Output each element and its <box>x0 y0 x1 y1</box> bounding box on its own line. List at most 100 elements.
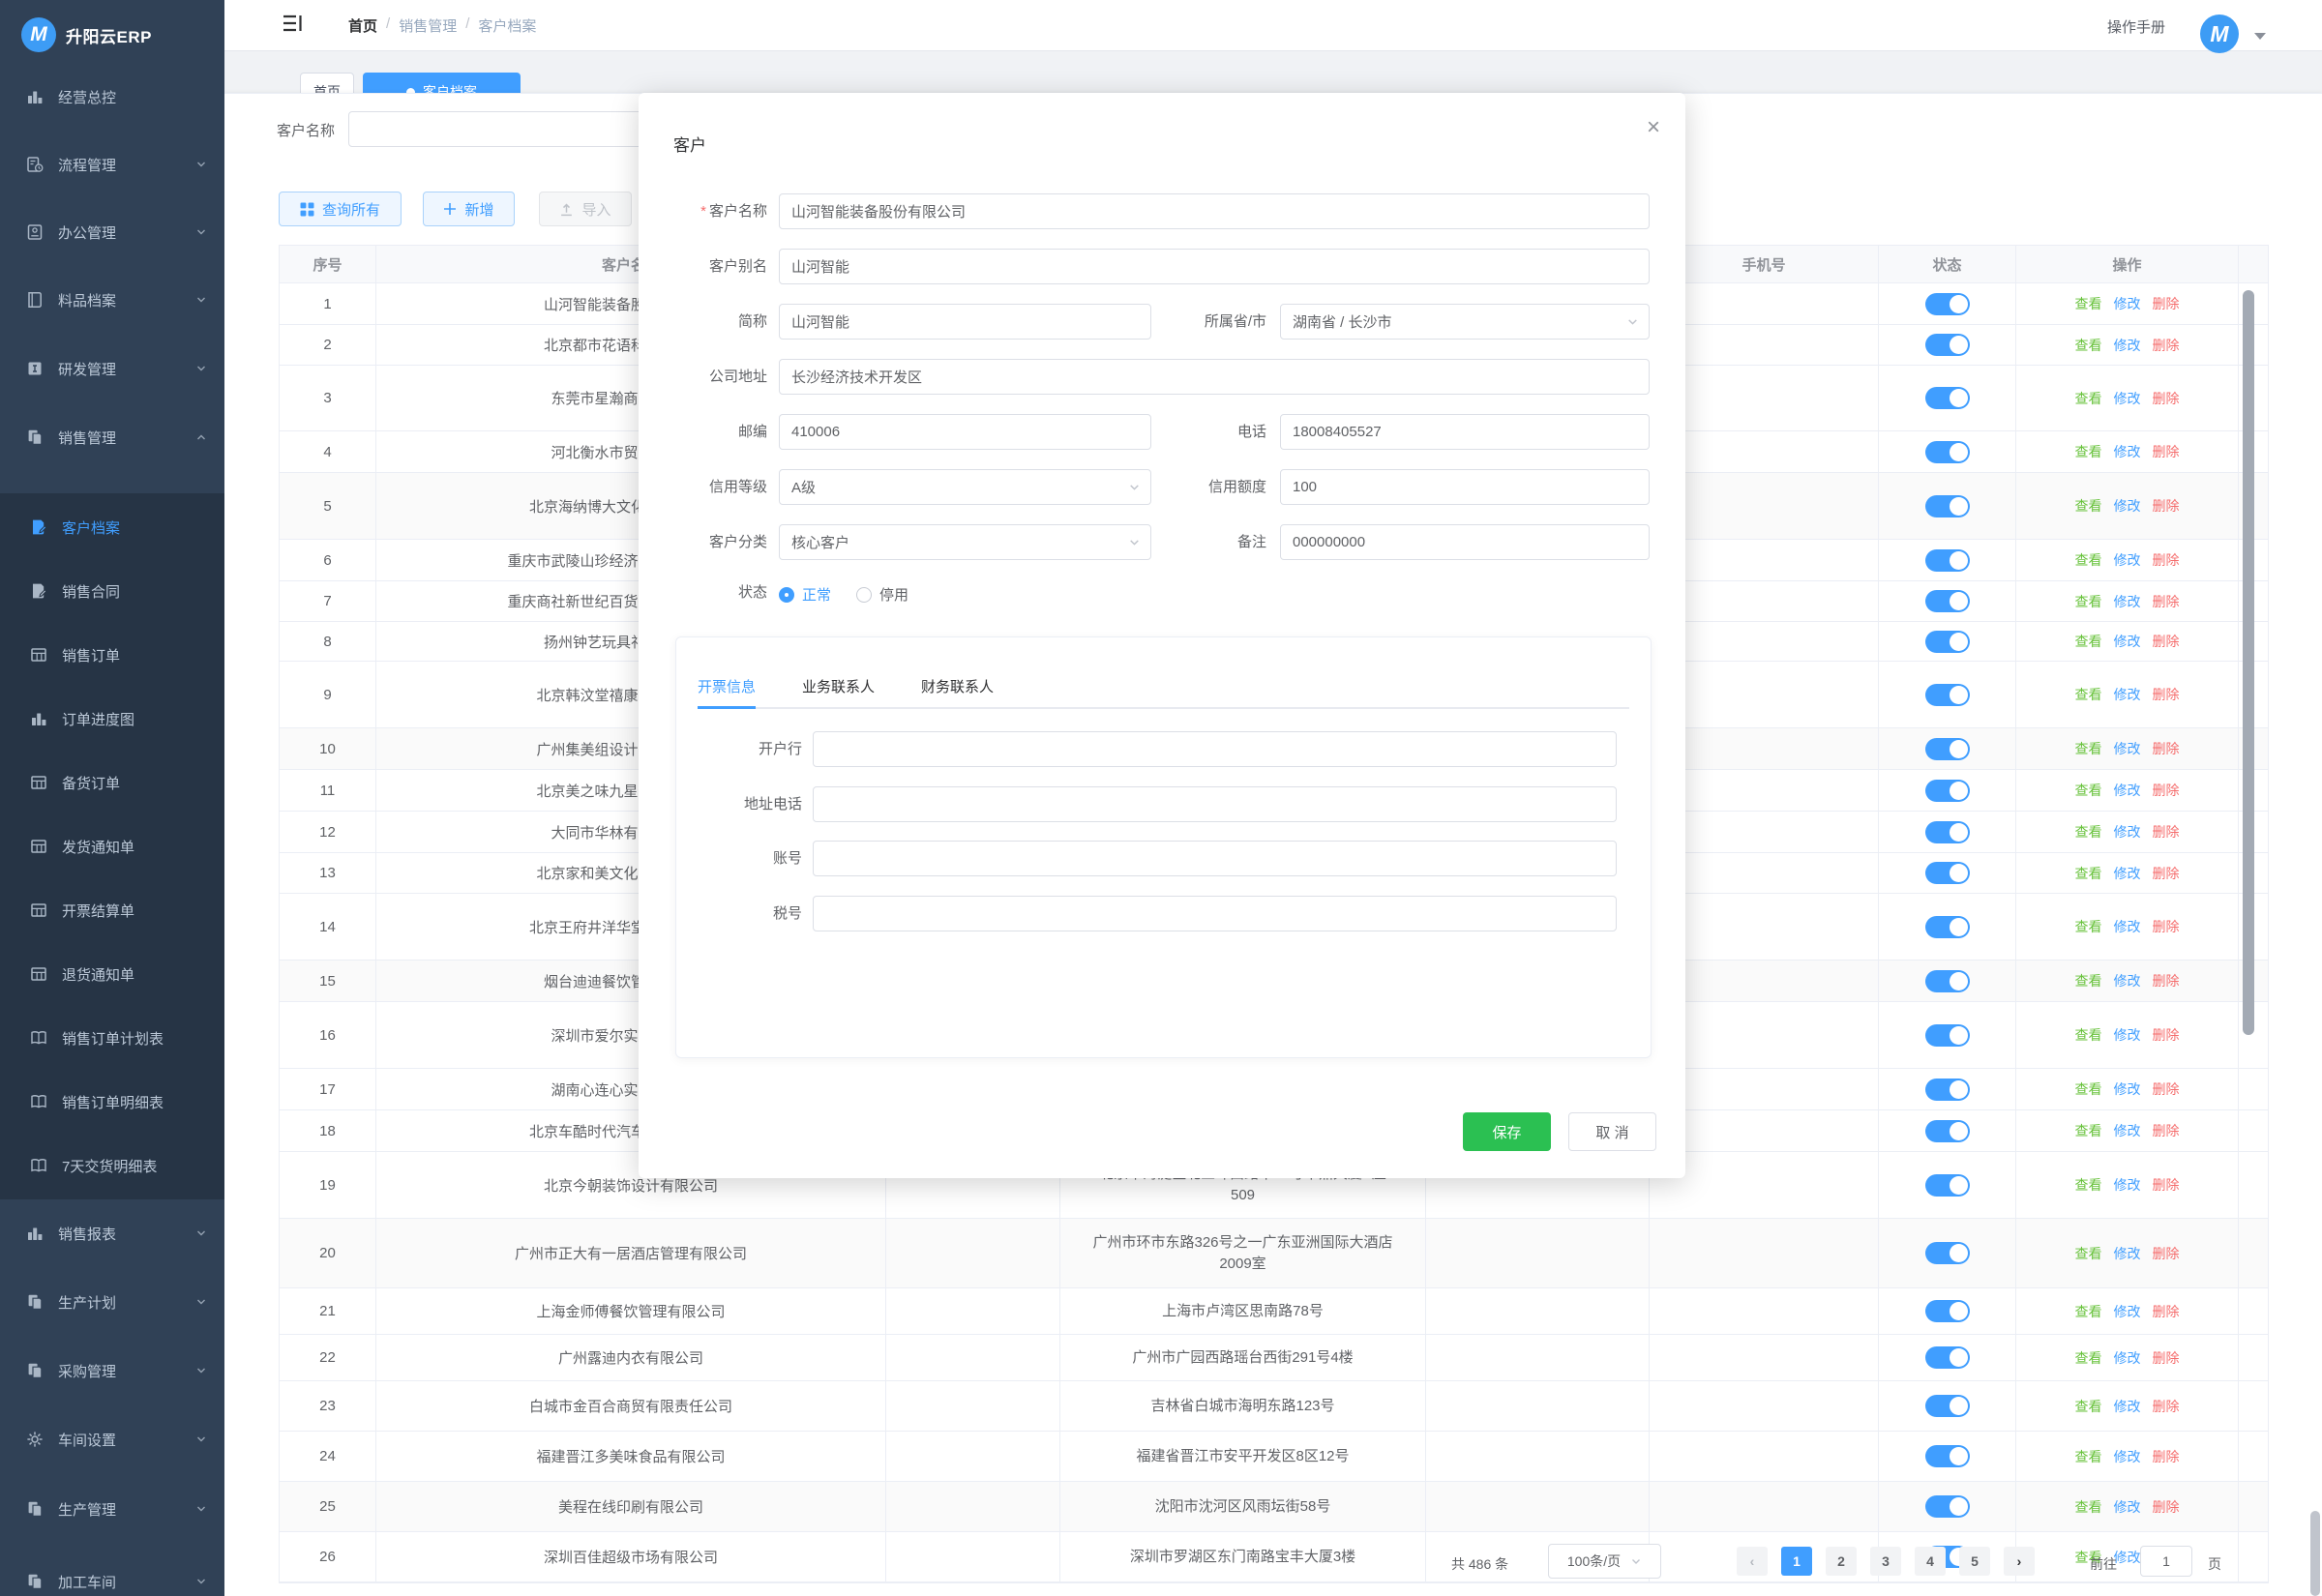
delete-link[interactable]: 删除 <box>2153 1244 2180 1263</box>
tax-number-input[interactable] <box>813 896 1617 931</box>
status-toggle[interactable] <box>1925 1300 1970 1322</box>
edit-link[interactable]: 修改 <box>2114 1079 2141 1099</box>
status-toggle[interactable] <box>1925 684 1970 706</box>
goto-page-input[interactable] <box>2140 1546 2192 1577</box>
view-link[interactable]: 查看 <box>2075 294 2102 313</box>
sidebar-item[interactable]: 备货订单 <box>0 760 224 805</box>
page-number-button[interactable]: 5 <box>1959 1547 1990 1576</box>
view-link[interactable]: 查看 <box>2075 1025 2102 1045</box>
view-link[interactable]: 查看 <box>2075 1175 2102 1195</box>
delete-link[interactable]: 删除 <box>2153 781 2180 800</box>
view-link[interactable]: 查看 <box>2075 442 2102 461</box>
sidebar-item[interactable]: 客户档案 <box>0 505 224 549</box>
user-avatar[interactable]: M <box>2200 15 2239 53</box>
status-toggle[interactable] <box>1925 590 1970 612</box>
sidebar-item[interactable]: 加工车间 <box>0 1559 224 1596</box>
alias-input[interactable] <box>779 249 1650 284</box>
delete-link[interactable]: 删除 <box>2153 389 2180 408</box>
view-link[interactable]: 查看 <box>2075 1348 2102 1368</box>
status-toggle[interactable] <box>1925 387 1970 409</box>
view-link[interactable]: 查看 <box>2075 336 2102 355</box>
view-link[interactable]: 查看 <box>2075 822 2102 842</box>
tab-business-contact[interactable]: 业务联系人 <box>802 665 875 707</box>
delete-link[interactable]: 删除 <box>2153 864 2180 883</box>
sidebar-item[interactable]: 销售订单 <box>0 633 224 677</box>
page-scrollbar-thumb[interactable] <box>2310 1511 2320 1596</box>
credit-limit-input[interactable] <box>1280 469 1650 505</box>
sidebar-item[interactable]: 销售合同 <box>0 569 224 613</box>
delete-link[interactable]: 删除 <box>2153 1397 2180 1416</box>
status-toggle[interactable] <box>1925 293 1970 315</box>
status-toggle[interactable] <box>1925 916 1970 938</box>
page-number-button[interactable]: 3 <box>1870 1547 1901 1576</box>
status-radio-disabled[interactable]: 停用 <box>856 584 908 605</box>
delete-link[interactable]: 删除 <box>2153 550 2180 570</box>
status-toggle[interactable] <box>1925 631 1970 653</box>
view-link[interactable]: 查看 <box>2075 971 2102 990</box>
view-link[interactable]: 查看 <box>2075 1497 2102 1517</box>
sidebar-item[interactable]: 经营总控 <box>0 74 224 119</box>
view-link[interactable]: 查看 <box>2075 781 2102 800</box>
delete-link[interactable]: 删除 <box>2153 822 2180 842</box>
view-link[interactable]: 查看 <box>2075 632 2102 651</box>
edit-link[interactable]: 修改 <box>2114 822 2141 842</box>
status-toggle[interactable] <box>1925 780 1970 802</box>
delete-link[interactable]: 删除 <box>2153 917 2180 936</box>
sidebar-item[interactable]: 开票结算单 <box>0 888 224 932</box>
view-link[interactable]: 查看 <box>2075 1447 2102 1466</box>
sidebar-item[interactable]: 销售报表 <box>0 1211 224 1256</box>
view-link[interactable]: 查看 <box>2075 685 2102 704</box>
edit-link[interactable]: 修改 <box>2114 685 2141 704</box>
edit-link[interactable]: 修改 <box>2114 389 2141 408</box>
edit-link[interactable]: 修改 <box>2114 1397 2141 1416</box>
sidebar-item[interactable]: 车间设置 <box>0 1417 224 1462</box>
status-toggle[interactable] <box>1925 1242 1970 1264</box>
sidebar-item[interactable]: 研发管理 <box>0 346 224 391</box>
next-page-button[interactable]: › <box>2004 1547 2035 1576</box>
status-toggle[interactable] <box>1925 1174 1970 1197</box>
view-link[interactable]: 查看 <box>2075 389 2102 408</box>
delete-link[interactable]: 删除 <box>2153 685 2180 704</box>
edit-link[interactable]: 修改 <box>2114 1025 2141 1045</box>
delete-link[interactable]: 删除 <box>2153 1447 2180 1466</box>
cancel-button[interactable]: 取 消 <box>1568 1112 1656 1151</box>
bank-address-phone-input[interactable] <box>813 786 1617 822</box>
tab-invoice-info[interactable]: 开票信息 <box>698 665 756 707</box>
delete-link[interactable]: 删除 <box>2153 1025 2180 1045</box>
edit-link[interactable]: 修改 <box>2114 1447 2141 1466</box>
status-toggle[interactable] <box>1925 738 1970 760</box>
view-link[interactable]: 查看 <box>2075 917 2102 936</box>
remark-input[interactable] <box>1280 524 1650 560</box>
breadcrumb-home[interactable]: 首页 <box>348 15 377 36</box>
edit-link[interactable]: 修改 <box>2114 1302 2141 1321</box>
short-name-input[interactable] <box>779 304 1151 340</box>
view-link[interactable]: 查看 <box>2075 496 2102 516</box>
manual-link[interactable]: 操作手册 <box>2107 16 2165 37</box>
delete-link[interactable]: 删除 <box>2153 1348 2180 1368</box>
category-select[interactable]: 核心客户 <box>779 524 1151 560</box>
edit-link[interactable]: 修改 <box>2114 1548 2141 1567</box>
status-toggle[interactable] <box>1925 441 1970 463</box>
table-scrollbar-thumb[interactable] <box>2243 290 2254 1035</box>
status-radio-normal[interactable]: 正常 <box>779 584 831 605</box>
status-toggle[interactable] <box>1925 1346 1970 1369</box>
sidebar-item[interactable]: 办公管理 <box>0 210 224 254</box>
status-toggle[interactable] <box>1925 970 1970 992</box>
add-button[interactable]: 新增 <box>423 192 515 226</box>
edit-link[interactable]: 修改 <box>2114 632 2141 651</box>
phone-input[interactable] <box>1280 414 1650 450</box>
sidebar-item[interactable]: 发货通知单 <box>0 824 224 869</box>
status-toggle[interactable] <box>1925 1120 1970 1142</box>
view-link[interactable]: 查看 <box>2075 1121 2102 1140</box>
sidebar-item[interactable]: 销售管理 <box>0 415 224 459</box>
view-link[interactable]: 查看 <box>2075 739 2102 758</box>
edit-link[interactable]: 修改 <box>2114 550 2141 570</box>
edit-link[interactable]: 修改 <box>2114 1348 2141 1368</box>
view-link[interactable]: 查看 <box>2075 1397 2102 1416</box>
edit-link[interactable]: 修改 <box>2114 971 2141 990</box>
delete-link[interactable]: 删除 <box>2153 496 2180 516</box>
import-button[interactable]: 导入 <box>539 192 632 226</box>
status-toggle[interactable] <box>1925 549 1970 572</box>
sidebar-item[interactable]: 流程管理 <box>0 142 224 187</box>
tab-finance-contact[interactable]: 财务联系人 <box>921 665 994 707</box>
